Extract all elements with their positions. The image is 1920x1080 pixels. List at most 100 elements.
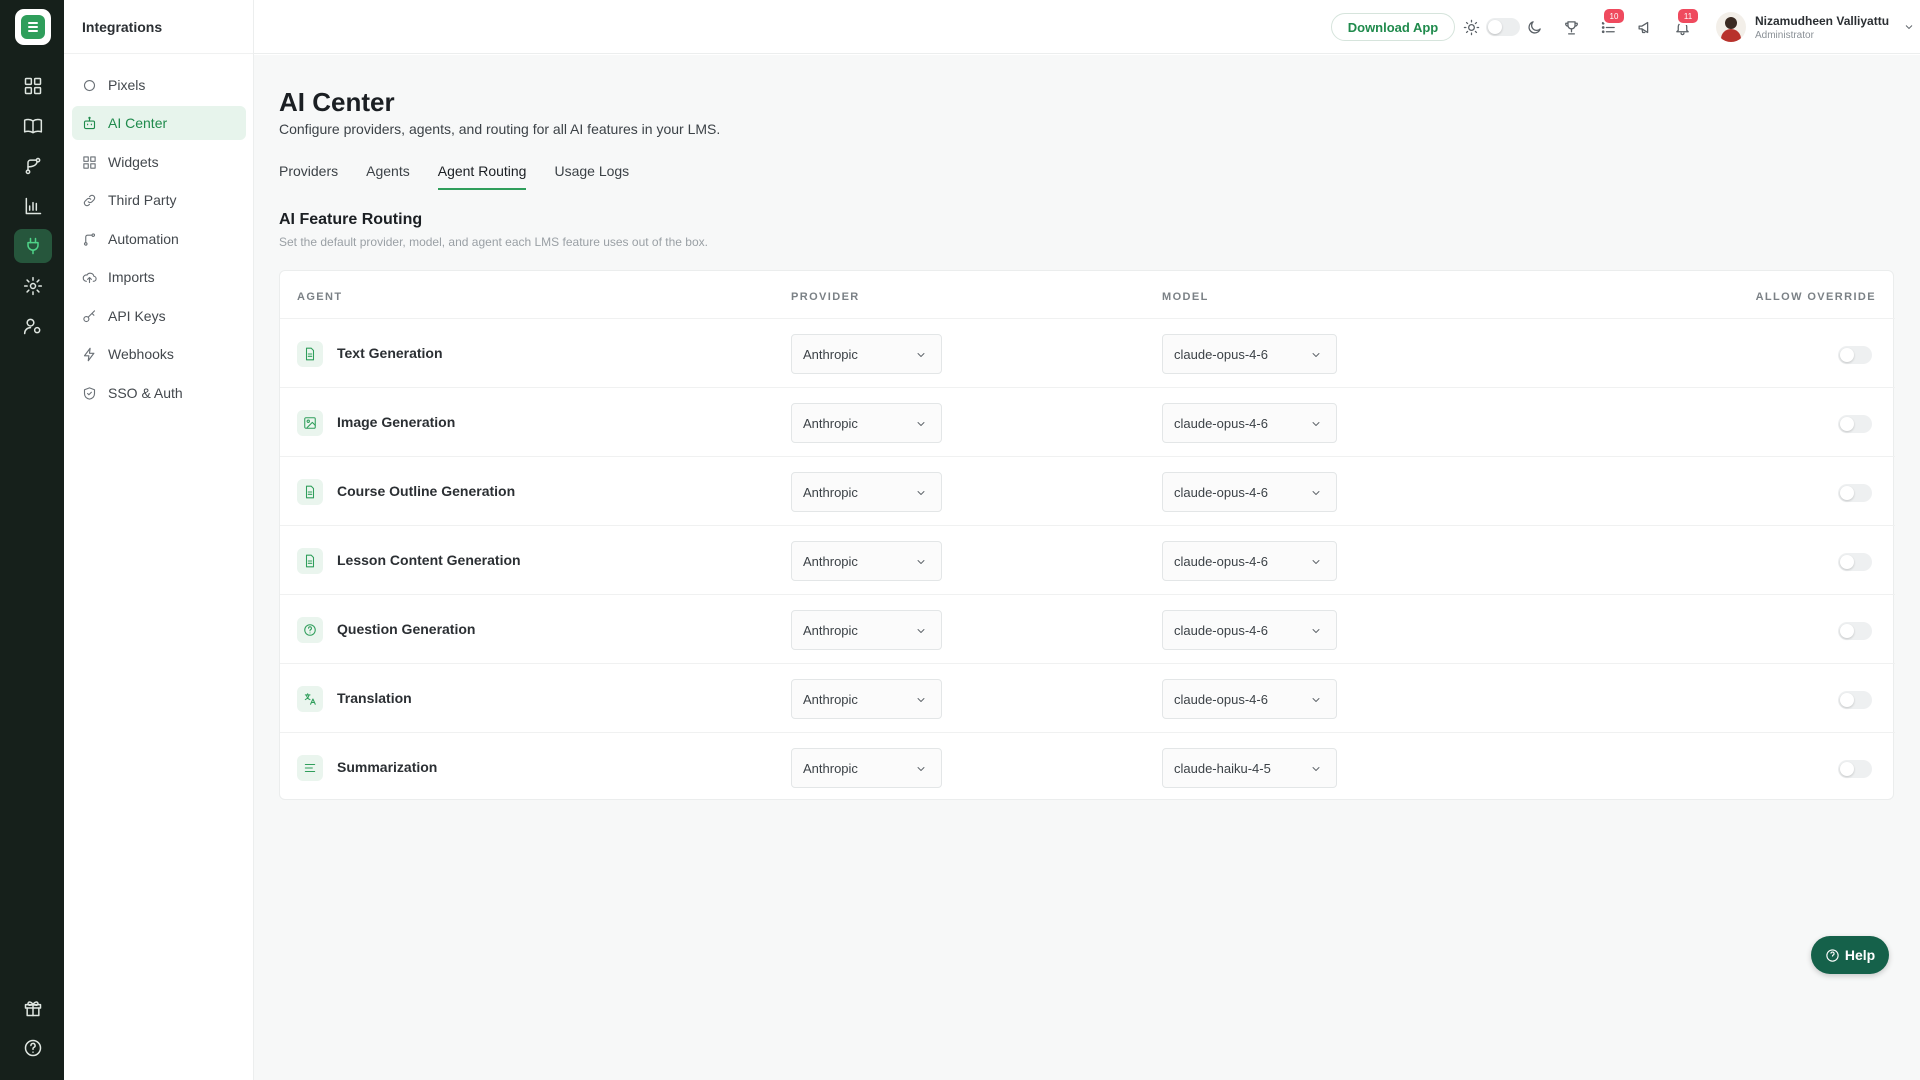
align-left-icon — [297, 755, 323, 781]
model-select[interactable]: claude-haiku-4-5 — [1162, 748, 1337, 788]
notifications-button[interactable]: 11 — [1670, 7, 1700, 39]
agent-name: Course Outline Generation — [337, 483, 516, 499]
column-header-agent: AGENT — [297, 291, 343, 303]
tasks-badge: 10 — [1602, 7, 1626, 25]
table-row: Translation Anthropic claude-opus-4-6 — [280, 663, 1895, 732]
table-row: Question Generation Anthropic claude-opu… — [280, 594, 1895, 663]
integrations-sidebar: Integrations Pixels AI Center Widgets Th… — [64, 0, 254, 1080]
sidebar-item-ai-center[interactable]: AI Center — [72, 106, 246, 140]
webhook-icon — [83, 347, 95, 361]
provider-select[interactable]: Anthropic — [791, 679, 942, 719]
megaphone-icon — [1637, 21, 1648, 33]
page-subtitle: Configure providers, agents, and routing… — [279, 121, 721, 137]
rail-settings-button[interactable] — [14, 269, 52, 303]
download-app-button[interactable]: Download App — [1331, 13, 1455, 41]
provider-select[interactable]: Anthropic — [791, 610, 942, 650]
gear-icon — [23, 276, 43, 296]
allow-override-toggle[interactable] — [1838, 622, 1872, 640]
grid-icon — [83, 155, 96, 169]
rail-help-button[interactable] — [14, 1031, 52, 1065]
provider-select[interactable]: Anthropic — [791, 472, 942, 512]
sidebar-item-widgets[interactable]: Widgets — [72, 145, 246, 179]
model-select[interactable]: claude-opus-4-6 — [1162, 610, 1337, 650]
sidebar-item-api-keys[interactable]: API Keys — [72, 299, 246, 333]
sidebar-item-sso-auth[interactable]: SSO & Auth — [72, 376, 246, 410]
allow-override-toggle[interactable] — [1838, 760, 1872, 778]
sidebar-item-imports[interactable]: Imports — [72, 260, 246, 294]
main-content: AI Center Configure providers, agents, a… — [254, 55, 1920, 1080]
model-value: claude-opus-4-6 — [1174, 346, 1268, 362]
provider-value: Anthropic — [803, 691, 858, 707]
rail-reports-button[interactable] — [14, 189, 52, 223]
user-name: Nizamudheen Valliyattu — [1755, 13, 1890, 28]
model-select[interactable]: claude-opus-4-6 — [1162, 472, 1337, 512]
agent-name: Image Generation — [337, 414, 456, 430]
model-value: claude-opus-4-6 — [1174, 691, 1268, 707]
user-menu[interactable]: Nizamudheen Valliyattu Administrator — [1716, 10, 1915, 44]
document-icon — [297, 341, 323, 367]
chevron-down-icon — [1312, 629, 1320, 633]
sidebar-item-pixels[interactable]: Pixels — [72, 68, 246, 102]
table-row: Image Generation Anthropic claude-opus-4… — [280, 387, 1895, 456]
branch-icon — [83, 232, 96, 246]
chevron-down-icon — [1312, 422, 1320, 426]
chevron-down-icon — [917, 629, 925, 633]
achievements-button[interactable] — [1559, 15, 1583, 39]
cloud-upload-icon — [82, 272, 97, 283]
provider-select[interactable]: Anthropic — [791, 334, 942, 374]
translate-icon — [297, 686, 323, 712]
help-button[interactable]: Help — [1811, 936, 1889, 974]
book-open-icon — [23, 118, 43, 134]
model-value: claude-opus-4-6 — [1174, 553, 1268, 569]
plug-icon — [27, 237, 39, 255]
model-select[interactable]: claude-opus-4-6 — [1162, 679, 1337, 719]
tab-providers[interactable]: Providers — [279, 163, 338, 190]
allow-override-toggle[interactable] — [1838, 415, 1872, 433]
rail-gift-button[interactable] — [14, 991, 52, 1025]
user-role: Administrator — [1755, 29, 1814, 41]
circle-icon — [83, 79, 96, 91]
provider-value: Anthropic — [803, 622, 858, 638]
allow-override-toggle[interactable] — [1838, 484, 1872, 502]
tab-agents[interactable]: Agents — [366, 163, 410, 190]
gift-icon — [24, 1001, 42, 1017]
rail-integrations-button[interactable] — [14, 229, 52, 263]
rail-courses-button[interactable] — [14, 109, 52, 143]
model-select[interactable]: claude-opus-4-6 — [1162, 541, 1337, 581]
model-select[interactable]: claude-opus-4-6 — [1162, 403, 1337, 443]
section-subtitle: Set the default provider, model, and age… — [279, 235, 708, 249]
provider-value: Anthropic — [803, 415, 858, 431]
provider-select[interactable]: Anthropic — [791, 403, 942, 443]
page-title: AI Center — [279, 87, 395, 117]
sidebar-item-automation[interactable]: Automation — [72, 222, 246, 256]
key-icon — [83, 309, 96, 322]
provider-select[interactable]: Anthropic — [791, 541, 942, 581]
chevron-down-icon — [917, 698, 925, 702]
sidebar-item-third-party[interactable]: Third Party — [72, 183, 246, 217]
allow-override-toggle[interactable] — [1838, 691, 1872, 709]
app-logo[interactable] — [15, 9, 51, 45]
dark-theme-button[interactable] — [1522, 15, 1546, 39]
rail-dashboard-button[interactable] — [14, 69, 52, 103]
sidebar-item-label: AI Center — [108, 115, 168, 131]
light-theme-button[interactable] — [1459, 15, 1483, 39]
tab-bar: Providers Agents Agent Routing Usage Log… — [279, 163, 629, 190]
tab-agent-routing[interactable]: Agent Routing — [437, 163, 527, 190]
chevron-down-icon — [917, 560, 925, 564]
allow-override-toggle[interactable] — [1838, 346, 1872, 364]
provider-select[interactable]: Anthropic — [791, 748, 942, 788]
table-row: Course Outline Generation Anthropic clau… — [280, 456, 1895, 525]
rail-pathways-button[interactable] — [14, 149, 52, 183]
theme-toggle[interactable] — [1486, 18, 1520, 36]
rail-users-button[interactable] — [14, 309, 52, 343]
routing-table: AGENT PROVIDER MODEL ALLOW OVERRIDE Text… — [279, 270, 1895, 800]
robot-icon — [83, 116, 96, 129]
model-select[interactable]: claude-opus-4-6 — [1162, 334, 1337, 374]
document-icon — [297, 479, 323, 505]
allow-override-toggle[interactable] — [1838, 553, 1872, 571]
announcements-button[interactable] — [1633, 15, 1657, 39]
sidebar-item-webhooks[interactable]: Webhooks — [72, 337, 246, 371]
bar-chart-icon — [25, 197, 42, 215]
tab-usage-logs[interactable]: Usage Logs — [554, 163, 629, 190]
tasks-button[interactable]: 10 — [1596, 7, 1626, 39]
